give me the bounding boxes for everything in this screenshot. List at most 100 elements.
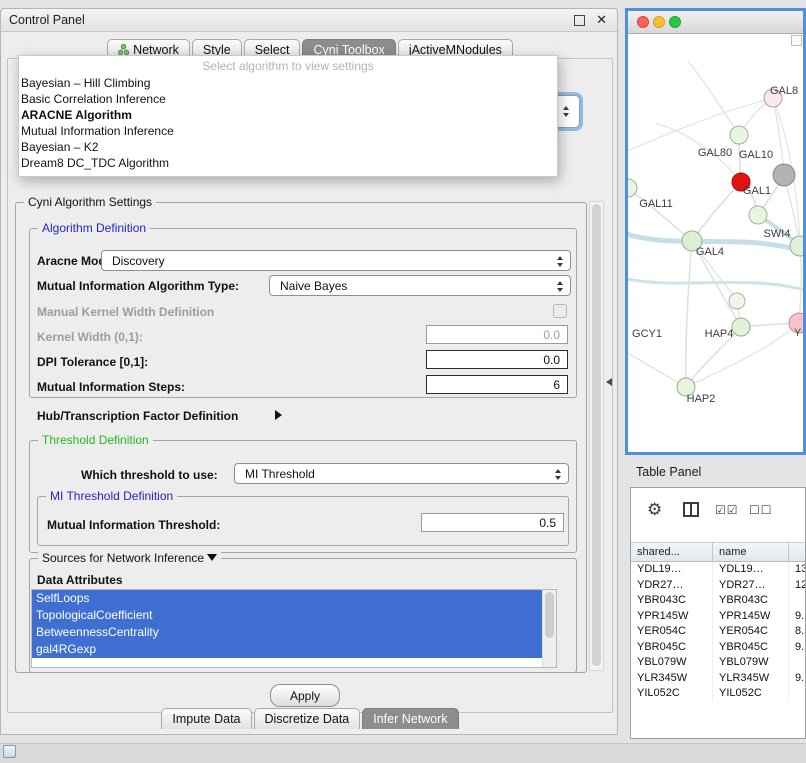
combo-arrows-icon <box>557 256 564 267</box>
close-traffic-light-icon[interactable] <box>637 16 649 28</box>
mi-steps-label: Mutual Information Steps: <box>37 380 185 394</box>
deselect-all-checkboxes-icon[interactable]: ☐☐ <box>749 503 773 517</box>
network-canvas[interactable]: GAL8GAL80GAL10GAL11GAL1SWI4GAL4GCY1HAP4Y… <box>628 33 803 452</box>
node-label-swi4: SWI4 <box>764 228 791 240</box>
control-panel-title: Control Panel <box>9 13 85 27</box>
algorithm-option-mutual-information-inference[interactable]: Mutual Information Inference <box>19 123 557 139</box>
network-edge <box>686 241 692 387</box>
column-header-col2[interactable] <box>789 542 806 562</box>
manual-kernel-checkbox[interactable] <box>553 304 567 318</box>
data-attributes-list[interactable]: SelfLoopsTopologicalCoefficientBetweenne… <box>31 589 557 668</box>
table-toolbar: ⚙ ☑☑ ☐☐ <box>631 488 805 534</box>
columns-icon[interactable] <box>683 502 699 517</box>
algorithm-option-basic-correlation-inference[interactable]: Basic Correlation Inference <box>19 91 557 107</box>
mi-type-select[interactable]: Naive Bayes <box>269 275 571 296</box>
control-panel-titlebar[interactable]: Control Panel ✕ <box>1 9 617 32</box>
aracne-mode-select[interactable]: Discovery <box>101 250 571 271</box>
table-cell: YDR27… <box>713 578 789 594</box>
select-all-checkboxes-icon[interactable]: ☑☑ <box>715 503 739 517</box>
table-cell: YER054C <box>713 624 789 640</box>
table-row[interactable]: YDR27…YDR27…12 <box>631 578 806 594</box>
table-cell: YIL052C <box>713 686 789 702</box>
dpi-tolerance-label: DPI Tolerance [0,1]: <box>37 355 148 369</box>
tab-infer-network[interactable]: Infer Network <box>362 708 458 729</box>
algorithm-option-dream8-dc-tdc-algorithm[interactable]: Dream8 DC_TDC Algorithm <box>19 155 557 171</box>
network-node[interactable] <box>773 164 795 186</box>
table-cell: YBL079W <box>631 655 713 671</box>
algorithm-option-bayesian-k2[interactable]: Bayesian – K2 <box>19 139 557 155</box>
list-scrollbar-thumb[interactable] <box>545 592 554 638</box>
table-cell: YER054C <box>631 624 713 640</box>
algorithm-option-bayesian-hill-climbing[interactable]: Bayesian – Hill Climbing <box>19 75 557 91</box>
network-node[interactable] <box>729 293 745 309</box>
zoom-traffic-light-icon[interactable] <box>669 16 681 28</box>
attribute-item-betweennesscentrality[interactable]: BetweennessCentrality <box>32 624 543 641</box>
node-label-y: Y <box>794 327 802 339</box>
algorithm-option-aracne-algorithm[interactable]: ARACNE Algorithm <box>19 107 557 123</box>
close-icon[interactable]: ✕ <box>596 12 607 28</box>
gear-icon[interactable]: ⚙ <box>647 500 662 520</box>
node-label-gal11: GAL11 <box>639 198 672 210</box>
column-header-shared[interactable]: shared... <box>631 542 713 562</box>
status-bar <box>0 743 806 763</box>
list-scrollbar[interactable] <box>542 590 556 667</box>
network-edge <box>799 246 801 323</box>
table-cell: YBR045C <box>631 640 713 656</box>
tab-discretize-data[interactable]: Discretize Data <box>254 708 361 729</box>
table-cell: 8. <box>789 624 806 640</box>
tab-impute-data[interactable]: Impute Data <box>161 708 251 729</box>
table-cell <box>789 686 806 702</box>
kernel-width-label: Kernel Width (0,1): <box>37 330 143 344</box>
table-row[interactable]: YER054CYER054C8. <box>631 624 806 640</box>
table-cell: YDL19… <box>631 562 713 578</box>
kernel-width-value: 0.0 <box>543 328 560 342</box>
table-row[interactable]: YLR345WYLR345W9. <box>631 671 806 687</box>
attribute-item-selfloops[interactable]: SelfLoops <box>32 590 543 607</box>
expand-right-icon[interactable] <box>275 410 282 420</box>
settings-scrollbar-thumb[interactable] <box>592 204 601 666</box>
kernel-width-field[interactable]: 0.0 <box>426 325 568 344</box>
collapse-down-icon[interactable] <box>207 554 217 561</box>
table-body: YDL19…YDL19…13YDR27…YDR27…12YBR043CYBR04… <box>631 562 806 702</box>
network-window-titlebar[interactable] <box>628 11 803 34</box>
combo-arrows-icon <box>563 106 570 117</box>
table-cell: YBR043C <box>713 593 789 609</box>
mi-threshold-field[interactable]: 0.5 <box>421 513 564 532</box>
which-threshold-value: MI Threshold <box>245 467 315 481</box>
combo-arrows-icon <box>555 469 562 480</box>
settings-scrollbar[interactable] <box>589 201 604 671</box>
apply-button[interactable]: Apply <box>270 684 340 707</box>
dpi-tolerance-field[interactable]: 0.0 <box>426 350 568 369</box>
table-row[interactable]: YPR145WYPR145W9. <box>631 609 806 625</box>
table-cell: YDR27… <box>631 578 713 594</box>
network-view-window[interactable]: GAL8GAL80GAL10GAL11GAL1SWI4GAL4GCY1HAP4Y… <box>625 8 806 455</box>
which-threshold-select[interactable]: MI Threshold <box>234 463 569 484</box>
restore-icon[interactable] <box>574 15 585 26</box>
mi-steps-field[interactable]: 6 <box>426 375 568 394</box>
table-cell: YBR045C <box>713 640 789 656</box>
node-label-hap2: HAP2 <box>687 393 716 405</box>
minimized-window-icon[interactable] <box>3 745 16 758</box>
minimize-traffic-light-icon[interactable] <box>653 16 665 28</box>
table-row[interactable]: YBR043CYBR043C <box>631 593 806 609</box>
network-node[interactable] <box>749 206 767 224</box>
network-node[interactable] <box>732 318 750 336</box>
algorithm-dropdown-placeholder: Select algorithm to view settings <box>19 56 557 75</box>
table-row[interactable]: YDL19…YDL19…13 <box>631 562 806 578</box>
table-row[interactable]: YIL052CYIL052C <box>631 686 806 702</box>
table-cell: 12 <box>789 578 806 594</box>
sources-title-text: Sources for Network Inference <box>42 551 204 565</box>
splitter-collapse-icon[interactable] <box>606 378 612 386</box>
network-edge <box>688 61 739 135</box>
table-panel-title: Table Panel <box>636 465 701 479</box>
mi-threshold-value: 0.5 <box>539 516 556 530</box>
network-node[interactable] <box>730 126 748 144</box>
attribute-item-topologicalcoefficient[interactable]: TopologicalCoefficient <box>32 607 543 624</box>
algorithm-definition-title: Algorithm Definition <box>38 221 150 235</box>
node-label-gal4: GAL4 <box>696 246 724 258</box>
table-cell: YPR145W <box>713 609 789 625</box>
attribute-item-gal4rgexp[interactable]: gal4RGexp <box>32 641 543 658</box>
table-row[interactable]: YBL079WYBL079W <box>631 655 806 671</box>
table-row[interactable]: YBR045CYBR045C9. <box>631 640 806 656</box>
column-header-name[interactable]: name <box>713 542 789 562</box>
